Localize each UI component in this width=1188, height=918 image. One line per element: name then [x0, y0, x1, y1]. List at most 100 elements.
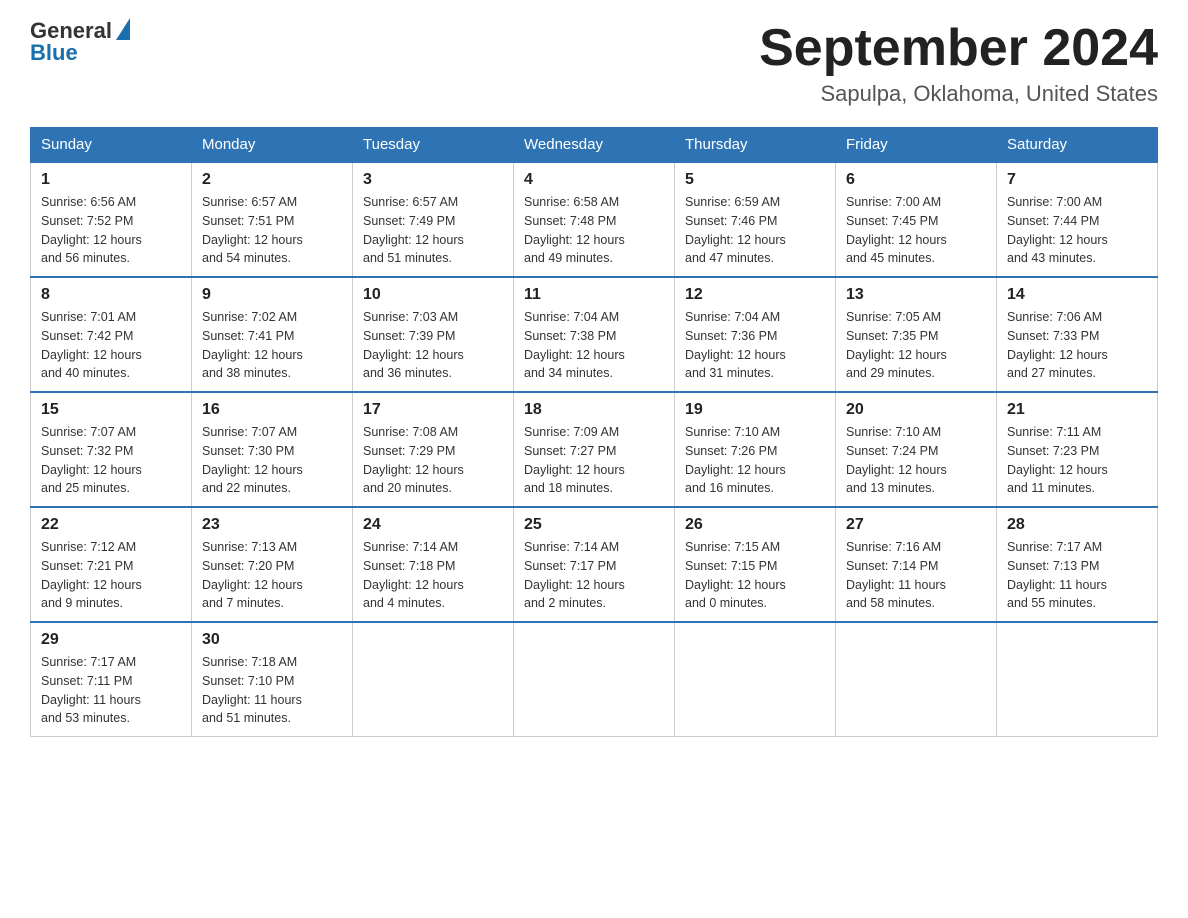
table-row: 22 Sunrise: 7:12 AMSunset: 7:21 PMDaylig… — [31, 507, 192, 622]
day-number: 24 — [363, 516, 503, 534]
day-number: 28 — [1007, 516, 1147, 534]
day-number: 21 — [1007, 401, 1147, 419]
day-number: 16 — [202, 401, 342, 419]
day-number: 13 — [846, 286, 986, 304]
day-info: Sunrise: 6:56 AMSunset: 7:52 PMDaylight:… — [41, 193, 181, 268]
header-thursday: Thursday — [675, 128, 836, 163]
calendar-title: September 2024 — [759, 20, 1158, 77]
logo-blue-text: Blue — [30, 42, 130, 64]
table-row — [675, 622, 836, 737]
day-info: Sunrise: 7:02 AMSunset: 7:41 PMDaylight:… — [202, 308, 342, 383]
table-row: 30 Sunrise: 7:18 AMSunset: 7:10 PMDaylig… — [192, 622, 353, 737]
table-row: 27 Sunrise: 7:16 AMSunset: 7:14 PMDaylig… — [836, 507, 997, 622]
header-sunday: Sunday — [31, 128, 192, 163]
day-info: Sunrise: 7:17 AMSunset: 7:11 PMDaylight:… — [41, 653, 181, 728]
day-number: 3 — [363, 171, 503, 189]
day-info: Sunrise: 7:00 AMSunset: 7:44 PMDaylight:… — [1007, 193, 1147, 268]
page-header: General Blue September 2024 Sapulpa, Okl… — [30, 20, 1158, 107]
table-row: 13 Sunrise: 7:05 AMSunset: 7:35 PMDaylig… — [836, 277, 997, 392]
day-info: Sunrise: 7:14 AMSunset: 7:18 PMDaylight:… — [363, 538, 503, 613]
day-number: 30 — [202, 631, 342, 649]
day-info: Sunrise: 6:57 AMSunset: 7:49 PMDaylight:… — [363, 193, 503, 268]
day-number: 4 — [524, 171, 664, 189]
day-number: 27 — [846, 516, 986, 534]
logo-triangle-icon — [116, 18, 130, 40]
table-row: 11 Sunrise: 7:04 AMSunset: 7:38 PMDaylig… — [514, 277, 675, 392]
table-row: 15 Sunrise: 7:07 AMSunset: 7:32 PMDaylig… — [31, 392, 192, 507]
header-monday: Monday — [192, 128, 353, 163]
table-row: 5 Sunrise: 6:59 AMSunset: 7:46 PMDayligh… — [675, 162, 836, 277]
day-info: Sunrise: 7:04 AMSunset: 7:38 PMDaylight:… — [524, 308, 664, 383]
table-row: 6 Sunrise: 7:00 AMSunset: 7:45 PMDayligh… — [836, 162, 997, 277]
header-saturday: Saturday — [997, 128, 1158, 163]
day-number: 6 — [846, 171, 986, 189]
calendar-table: Sunday Monday Tuesday Wednesday Thursday… — [30, 127, 1158, 737]
header-tuesday: Tuesday — [353, 128, 514, 163]
table-row: 1 Sunrise: 6:56 AMSunset: 7:52 PMDayligh… — [31, 162, 192, 277]
header-wednesday: Wednesday — [514, 128, 675, 163]
table-row — [514, 622, 675, 737]
day-info: Sunrise: 7:11 AMSunset: 7:23 PMDaylight:… — [1007, 423, 1147, 498]
day-info: Sunrise: 7:12 AMSunset: 7:21 PMDaylight:… — [41, 538, 181, 613]
table-row: 7 Sunrise: 7:00 AMSunset: 7:44 PMDayligh… — [997, 162, 1158, 277]
day-number: 9 — [202, 286, 342, 304]
table-row: 8 Sunrise: 7:01 AMSunset: 7:42 PMDayligh… — [31, 277, 192, 392]
table-row: 23 Sunrise: 7:13 AMSunset: 7:20 PMDaylig… — [192, 507, 353, 622]
day-info: Sunrise: 7:13 AMSunset: 7:20 PMDaylight:… — [202, 538, 342, 613]
day-info: Sunrise: 7:09 AMSunset: 7:27 PMDaylight:… — [524, 423, 664, 498]
calendar-subtitle: Sapulpa, Oklahoma, United States — [759, 81, 1158, 107]
table-row: 19 Sunrise: 7:10 AMSunset: 7:26 PMDaylig… — [675, 392, 836, 507]
day-number: 23 — [202, 516, 342, 534]
table-row: 17 Sunrise: 7:08 AMSunset: 7:29 PMDaylig… — [353, 392, 514, 507]
table-row: 20 Sunrise: 7:10 AMSunset: 7:24 PMDaylig… — [836, 392, 997, 507]
day-info: Sunrise: 7:14 AMSunset: 7:17 PMDaylight:… — [524, 538, 664, 613]
day-number: 19 — [685, 401, 825, 419]
day-info: Sunrise: 6:59 AMSunset: 7:46 PMDaylight:… — [685, 193, 825, 268]
day-info: Sunrise: 7:18 AMSunset: 7:10 PMDaylight:… — [202, 653, 342, 728]
day-number: 5 — [685, 171, 825, 189]
logo-general-text: General — [30, 20, 112, 42]
day-info: Sunrise: 7:06 AMSunset: 7:33 PMDaylight:… — [1007, 308, 1147, 383]
day-number: 10 — [363, 286, 503, 304]
table-row: 21 Sunrise: 7:11 AMSunset: 7:23 PMDaylig… — [997, 392, 1158, 507]
day-number: 11 — [524, 286, 664, 304]
day-number: 15 — [41, 401, 181, 419]
table-row — [997, 622, 1158, 737]
day-number: 8 — [41, 286, 181, 304]
table-row: 25 Sunrise: 7:14 AMSunset: 7:17 PMDaylig… — [514, 507, 675, 622]
table-row: 18 Sunrise: 7:09 AMSunset: 7:27 PMDaylig… — [514, 392, 675, 507]
day-info: Sunrise: 7:01 AMSunset: 7:42 PMDaylight:… — [41, 308, 181, 383]
day-number: 14 — [1007, 286, 1147, 304]
day-info: Sunrise: 6:58 AMSunset: 7:48 PMDaylight:… — [524, 193, 664, 268]
day-info: Sunrise: 7:17 AMSunset: 7:13 PMDaylight:… — [1007, 538, 1147, 613]
day-info: Sunrise: 7:10 AMSunset: 7:26 PMDaylight:… — [685, 423, 825, 498]
table-row — [836, 622, 997, 737]
table-row: 10 Sunrise: 7:03 AMSunset: 7:39 PMDaylig… — [353, 277, 514, 392]
day-number: 29 — [41, 631, 181, 649]
day-number: 7 — [1007, 171, 1147, 189]
day-number: 12 — [685, 286, 825, 304]
table-row: 12 Sunrise: 7:04 AMSunset: 7:36 PMDaylig… — [675, 277, 836, 392]
day-info: Sunrise: 7:16 AMSunset: 7:14 PMDaylight:… — [846, 538, 986, 613]
calendar-week-row: 15 Sunrise: 7:07 AMSunset: 7:32 PMDaylig… — [31, 392, 1158, 507]
day-info: Sunrise: 7:05 AMSunset: 7:35 PMDaylight:… — [846, 308, 986, 383]
day-info: Sunrise: 7:07 AMSunset: 7:32 PMDaylight:… — [41, 423, 181, 498]
title-block: September 2024 Sapulpa, Oklahoma, United… — [759, 20, 1158, 107]
day-info: Sunrise: 7:10 AMSunset: 7:24 PMDaylight:… — [846, 423, 986, 498]
day-number: 25 — [524, 516, 664, 534]
calendar-header-row: Sunday Monday Tuesday Wednesday Thursday… — [31, 128, 1158, 163]
calendar-week-row: 22 Sunrise: 7:12 AMSunset: 7:21 PMDaylig… — [31, 507, 1158, 622]
calendar-week-row: 8 Sunrise: 7:01 AMSunset: 7:42 PMDayligh… — [31, 277, 1158, 392]
day-info: Sunrise: 7:00 AMSunset: 7:45 PMDaylight:… — [846, 193, 986, 268]
table-row: 16 Sunrise: 7:07 AMSunset: 7:30 PMDaylig… — [192, 392, 353, 507]
table-row — [353, 622, 514, 737]
table-row: 3 Sunrise: 6:57 AMSunset: 7:49 PMDayligh… — [353, 162, 514, 277]
day-info: Sunrise: 6:57 AMSunset: 7:51 PMDaylight:… — [202, 193, 342, 268]
day-info: Sunrise: 7:04 AMSunset: 7:36 PMDaylight:… — [685, 308, 825, 383]
day-number: 26 — [685, 516, 825, 534]
day-info: Sunrise: 7:15 AMSunset: 7:15 PMDaylight:… — [685, 538, 825, 613]
day-number: 1 — [41, 171, 181, 189]
header-friday: Friday — [836, 128, 997, 163]
day-number: 18 — [524, 401, 664, 419]
table-row: 9 Sunrise: 7:02 AMSunset: 7:41 PMDayligh… — [192, 277, 353, 392]
